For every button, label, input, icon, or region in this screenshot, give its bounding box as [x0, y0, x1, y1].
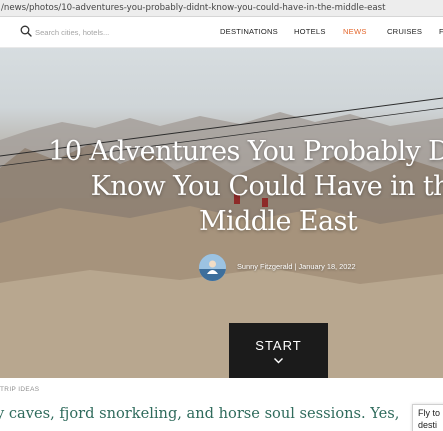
start-button[interactable]: START	[229, 323, 328, 378]
top-nav: DESTINATIONS HOTELS NEWS CRUISES F	[0, 17, 443, 48]
category-label[interactable]: TRIP IDEAS	[0, 386, 39, 393]
browser-url-bar[interactable]: /news/photos/10-adventures-you-probably-…	[0, 0, 443, 17]
nav-destinations[interactable]: DESTINATIONS	[220, 27, 278, 36]
nav-hotels[interactable]: HOTELS	[294, 27, 326, 36]
promo-text-line: desti	[418, 420, 438, 430]
hero-title-line: Know You Could Have in the	[90, 171, 443, 202]
hero-section: 10 Adventures You Probably Didn't Know Y…	[0, 48, 443, 378]
url-text: /news/photos/10-adventures-you-probably-…	[1, 3, 386, 13]
article-dek: y caves, fjord snorkeling, and horse sou…	[0, 405, 400, 422]
hero-title-line: 10 Adventures You Probably Didn't	[48, 136, 443, 167]
search-input[interactable]	[35, 25, 175, 39]
promo-text-line: Fly to	[418, 408, 441, 418]
nav-news[interactable]: NEWS	[343, 27, 367, 36]
author-byline[interactable]: Sunny Fitzgerald | January 18, 2022	[237, 262, 356, 271]
nav-cruises[interactable]: CRUISES	[387, 27, 422, 36]
avatar[interactable]	[199, 254, 226, 281]
hero-title: 10 Adventures You Probably Didn't Know Y…	[18, 134, 443, 239]
hero-title-line: Middle East	[199, 206, 358, 237]
chevron-down-icon	[274, 358, 283, 364]
promo-popup[interactable]: Fly to desti	[412, 404, 443, 431]
nav-next-item[interactable]: F	[439, 27, 443, 36]
search-icon[interactable]	[20, 25, 32, 37]
start-button-label: START	[255, 338, 302, 353]
